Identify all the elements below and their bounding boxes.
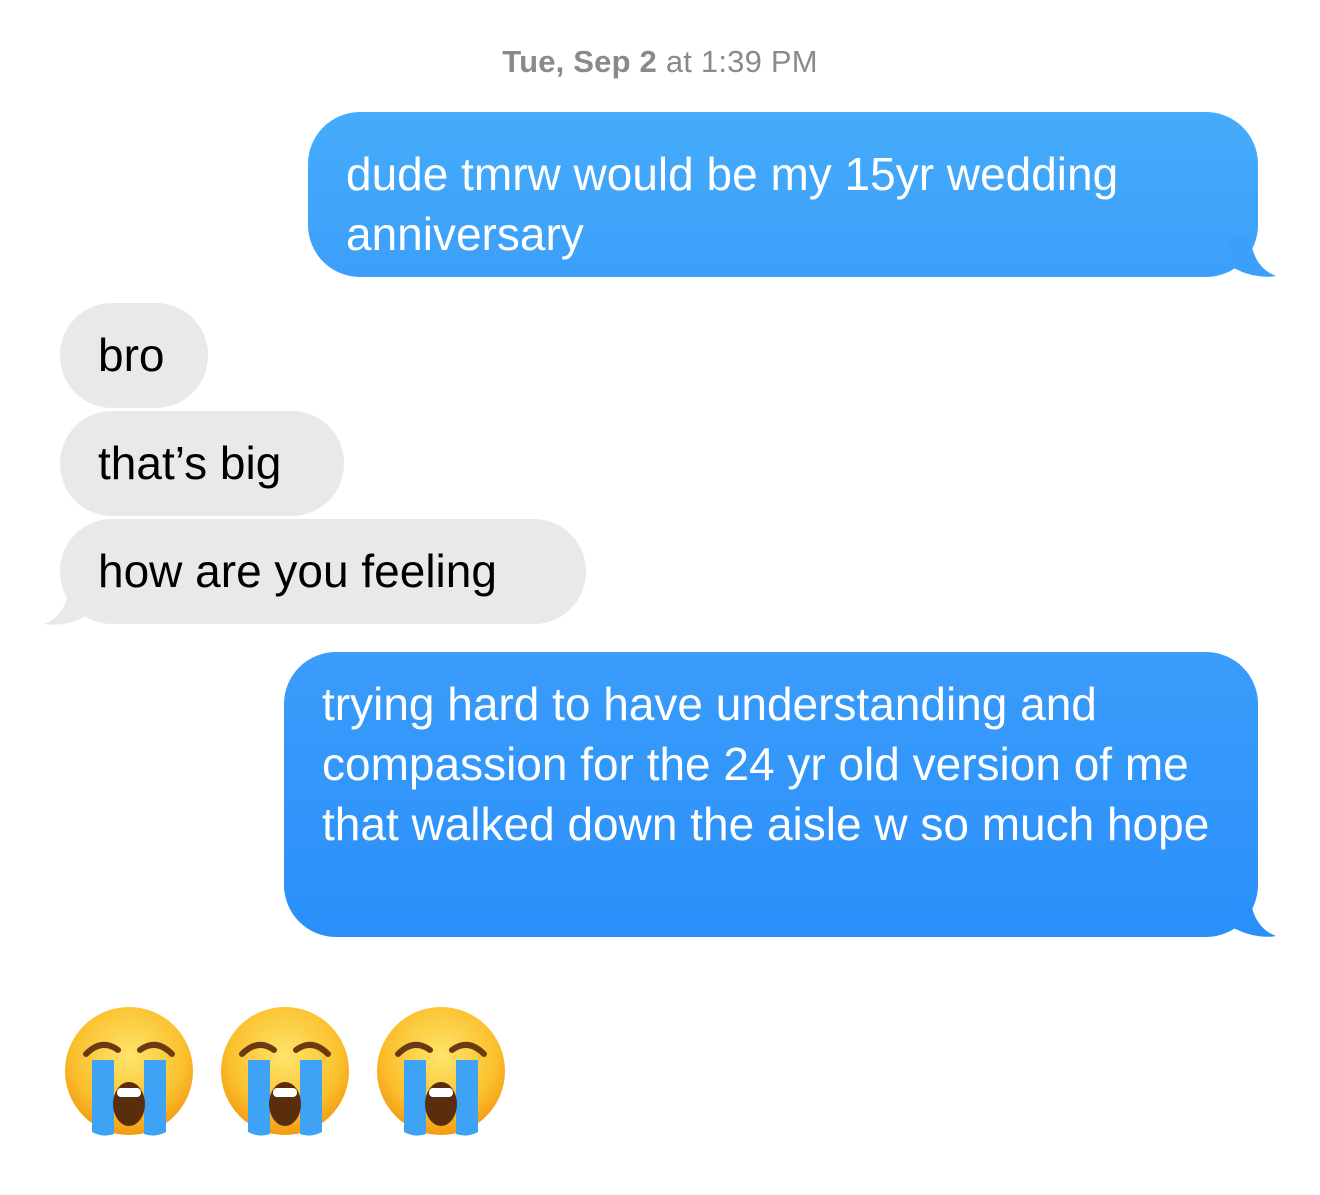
outgoing-bubble-tail [1228, 236, 1276, 277]
timestamp-connector: at [665, 44, 693, 79]
timestamp-day: Tue, Sep 2 [502, 44, 657, 79]
message-text: trying hard to have understanding and co… [322, 678, 1210, 850]
incoming-message-bubble[interactable]: that’s big [60, 411, 344, 516]
message-text: bro [98, 329, 165, 381]
incoming-message-bubble[interactable]: bro [60, 303, 208, 408]
outgoing-bubble-tail [1228, 896, 1276, 937]
message-text: how are you feeling [98, 545, 497, 597]
loudly-crying-face-icon [377, 1007, 505, 1136]
incoming-message-bubble[interactable]: how are you feeling [60, 519, 586, 624]
message-text: that’s big [98, 437, 282, 489]
outgoing-message-bubble[interactable]: trying hard to have understanding and co… [284, 652, 1258, 937]
message-text: dude tmrw would be my 15yr wedding anniv… [346, 148, 1119, 260]
incoming-emoji-message[interactable] [62, 996, 522, 1146]
message-timestamp: Tue, Sep 2 at 1:39 PM [0, 44, 1320, 80]
loudly-crying-face-icon [221, 1007, 349, 1136]
timestamp-time: 1:39 PM [700, 44, 818, 79]
outgoing-message-bubble[interactable]: dude tmrw would be my 15yr wedding anniv… [308, 112, 1258, 277]
incoming-bubble-tail [44, 584, 92, 625]
loudly-crying-face-icon [65, 1007, 193, 1136]
